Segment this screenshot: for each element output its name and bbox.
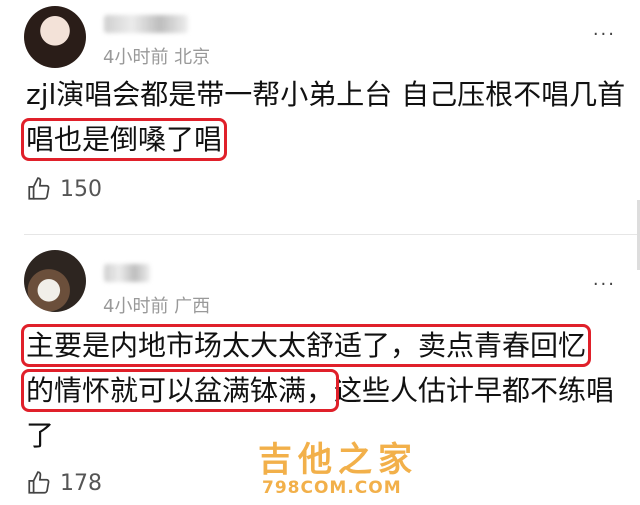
watermark-title: 吉他之家 xyxy=(258,440,418,480)
comment-1: 4小时前 北京 ··· zjl演唱会都是带一帮小弟上台 自己压根不唱几首唱也是倒… xyxy=(0,0,640,232)
like-count: 150 xyxy=(60,176,102,202)
comment-text-plain: zjl演唱会都是带一帮小弟上台 自己压根不唱几首 xyxy=(26,78,626,111)
like-count: 178 xyxy=(60,470,102,496)
username-blurred[interactable] xyxy=(104,264,150,282)
comment-text: zjl演唱会都是带一帮小弟上台 自己压根不唱几首唱也是倒嗓了唱 xyxy=(20,72,626,162)
avatar[interactable] xyxy=(24,250,86,312)
more-options-icon[interactable]: ··· xyxy=(593,24,616,45)
like-button[interactable]: 178 xyxy=(26,470,102,496)
comment-text-highlight: 唱也是倒嗓了唱 xyxy=(20,118,228,161)
comment-divider xyxy=(24,234,640,235)
like-button[interactable]: 150 xyxy=(26,176,102,202)
avatar[interactable] xyxy=(24,6,86,68)
watermark-url: 798COM.COM xyxy=(262,478,402,498)
username-blurred[interactable] xyxy=(104,15,188,33)
thumbs-up-icon xyxy=(28,177,50,200)
more-options-icon[interactable]: ··· xyxy=(593,274,616,295)
comment-meta: 4小时前 广西 xyxy=(103,296,211,317)
comment-text-highlight-2: 的情怀就可以盆满钵满， xyxy=(20,369,340,412)
thumbs-up-icon xyxy=(28,471,50,494)
comment-meta: 4小时前 北京 xyxy=(103,47,211,68)
comment-text-highlight-1: 主要是内地市场太大太舒适了，卖点青春回忆 xyxy=(20,324,592,367)
